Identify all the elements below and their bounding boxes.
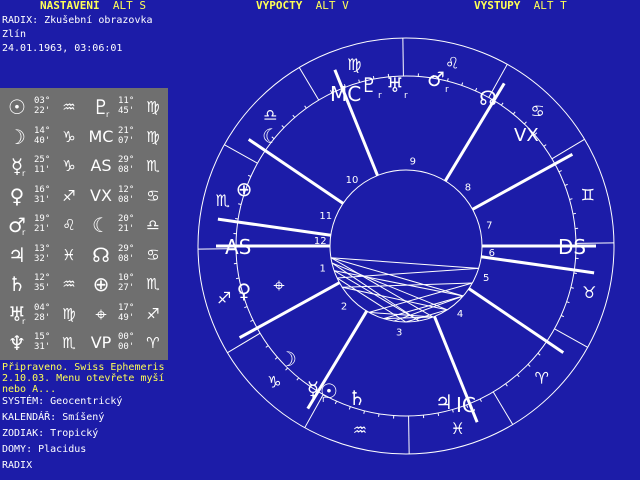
house-number: 10 xyxy=(346,175,359,186)
mars-icon[interactable]: ♂ xyxy=(427,67,445,91)
degree-tick xyxy=(570,287,574,289)
venus-icon[interactable]: ♀ xyxy=(237,279,252,303)
house-number: 1 xyxy=(320,263,326,274)
zodiac-glyph-icon: ♒ xyxy=(353,420,367,439)
house-cusp-mark xyxy=(574,268,595,275)
house-number: 8 xyxy=(465,182,471,193)
degree-tick xyxy=(304,105,307,109)
ascendant-label: AS xyxy=(225,235,251,259)
aspect-line xyxy=(342,282,473,288)
degree-tick xyxy=(543,144,547,147)
zodiac-glyph-icon: ♉ xyxy=(582,283,596,302)
house-number: 9 xyxy=(410,156,416,167)
aspect-line xyxy=(333,270,464,297)
pluto-icon[interactable]: ♇ xyxy=(360,73,378,97)
house-cusp-line xyxy=(471,162,556,211)
house-number: 5 xyxy=(483,273,489,284)
degree-tick xyxy=(505,383,508,387)
zodiac-glyph-icon: ♐ xyxy=(217,289,231,308)
zodiac-glyph-icon: ♋ xyxy=(530,101,544,120)
vertex-point-icon[interactable]: ⌖ xyxy=(273,273,284,297)
retrograde-marker: r xyxy=(404,91,408,101)
house-number: 7 xyxy=(486,221,492,232)
degree-tick xyxy=(296,377,300,381)
descendant-label: DS xyxy=(558,235,586,259)
aspect-circle xyxy=(329,169,483,323)
house-number: 4 xyxy=(457,309,463,320)
zodiac-divider xyxy=(492,391,514,425)
jupiter-icon[interactable]: ♃ xyxy=(435,390,453,414)
house-number: 2 xyxy=(341,302,347,313)
zodiac-divider xyxy=(402,38,404,77)
degree-tick xyxy=(461,82,464,86)
degree-tick xyxy=(537,352,541,356)
node-icon[interactable]: ☊ xyxy=(479,86,497,110)
zodiac-glyph-icon: ♑ xyxy=(267,373,281,392)
zodiac-glyph-icon: ♍ xyxy=(347,55,361,74)
aspect-line xyxy=(330,257,479,269)
retrograde-marker: r xyxy=(445,85,449,95)
degree-tick xyxy=(238,203,242,205)
degree-tick xyxy=(512,111,516,115)
zodiac-divider xyxy=(554,328,588,348)
zodiac-divider xyxy=(224,144,258,164)
house-cusp-mark xyxy=(217,217,238,224)
house-number: 12 xyxy=(314,236,327,247)
zodiac-glyph-icon: ♏ xyxy=(216,191,230,210)
degree-tick xyxy=(527,364,531,367)
degree-tick xyxy=(475,87,478,92)
lilith-icon[interactable]: ☾ xyxy=(262,124,280,148)
degree-tick xyxy=(292,114,296,118)
house-number: 6 xyxy=(489,248,495,259)
zodiac-glyph-icon: ♈ xyxy=(534,369,548,388)
degree-tick xyxy=(524,121,527,125)
degree-tick xyxy=(281,125,285,128)
degree-tick xyxy=(363,410,365,414)
degree-tick xyxy=(265,345,269,348)
vertex-label: VX xyxy=(514,125,539,146)
fortune-icon[interactable]: ⊕ xyxy=(236,177,253,201)
aspect-line xyxy=(383,316,434,320)
horoscope-wheel[interactable]: ♏♐♑♒ ♓♈♉♊♋♌♍♎ 123456789101112 ♇ r ♅ r♂ r ☊☾⊕♀ ⌖… xyxy=(0,0,640,480)
house-cusp-line xyxy=(468,287,548,343)
zodiac-divider xyxy=(408,415,410,454)
house-cusp-line xyxy=(444,99,496,182)
degree-tick xyxy=(564,183,568,186)
mercury-icon[interactable]: ☿ xyxy=(307,377,319,401)
midheaven-label: MC xyxy=(330,82,361,106)
degree-tick xyxy=(572,212,576,215)
degree-tick xyxy=(500,102,504,106)
zodiac-glyph-icon: ♊ xyxy=(581,185,595,204)
degree-tick xyxy=(250,319,254,322)
degree-tick xyxy=(560,315,565,318)
saturn-icon[interactable]: ♄ xyxy=(348,386,366,410)
degree-tick xyxy=(274,356,278,360)
zodiac-divider xyxy=(298,67,320,101)
degree-tick xyxy=(447,78,449,82)
house-number: 11 xyxy=(319,211,332,222)
degree-tick xyxy=(566,301,570,304)
zodiac-glyph-icon: ♌ xyxy=(445,54,459,73)
house-cusp-line xyxy=(256,281,341,330)
house-number: 3 xyxy=(396,328,402,339)
imum-coeli-label: IC xyxy=(456,393,476,417)
uranus-icon[interactable]: ♅ xyxy=(386,73,404,97)
degree-tick xyxy=(516,374,520,378)
degree-tick xyxy=(479,398,482,402)
retrograde-marker: r xyxy=(378,91,382,101)
degree-tick xyxy=(558,170,562,173)
zodiac-glyph-icon: ♎ xyxy=(263,105,277,124)
degree-tick xyxy=(244,306,248,309)
zodiac-glyph-icon: ♓ xyxy=(451,419,465,438)
degree-tick xyxy=(569,198,573,200)
moon-icon[interactable]: ☽ xyxy=(279,347,297,371)
house-cusp-line xyxy=(264,149,344,205)
house-cusp-mark xyxy=(545,340,565,354)
house-cusp-line xyxy=(237,220,331,237)
sun-icon[interactable]: ☉ xyxy=(320,379,338,403)
